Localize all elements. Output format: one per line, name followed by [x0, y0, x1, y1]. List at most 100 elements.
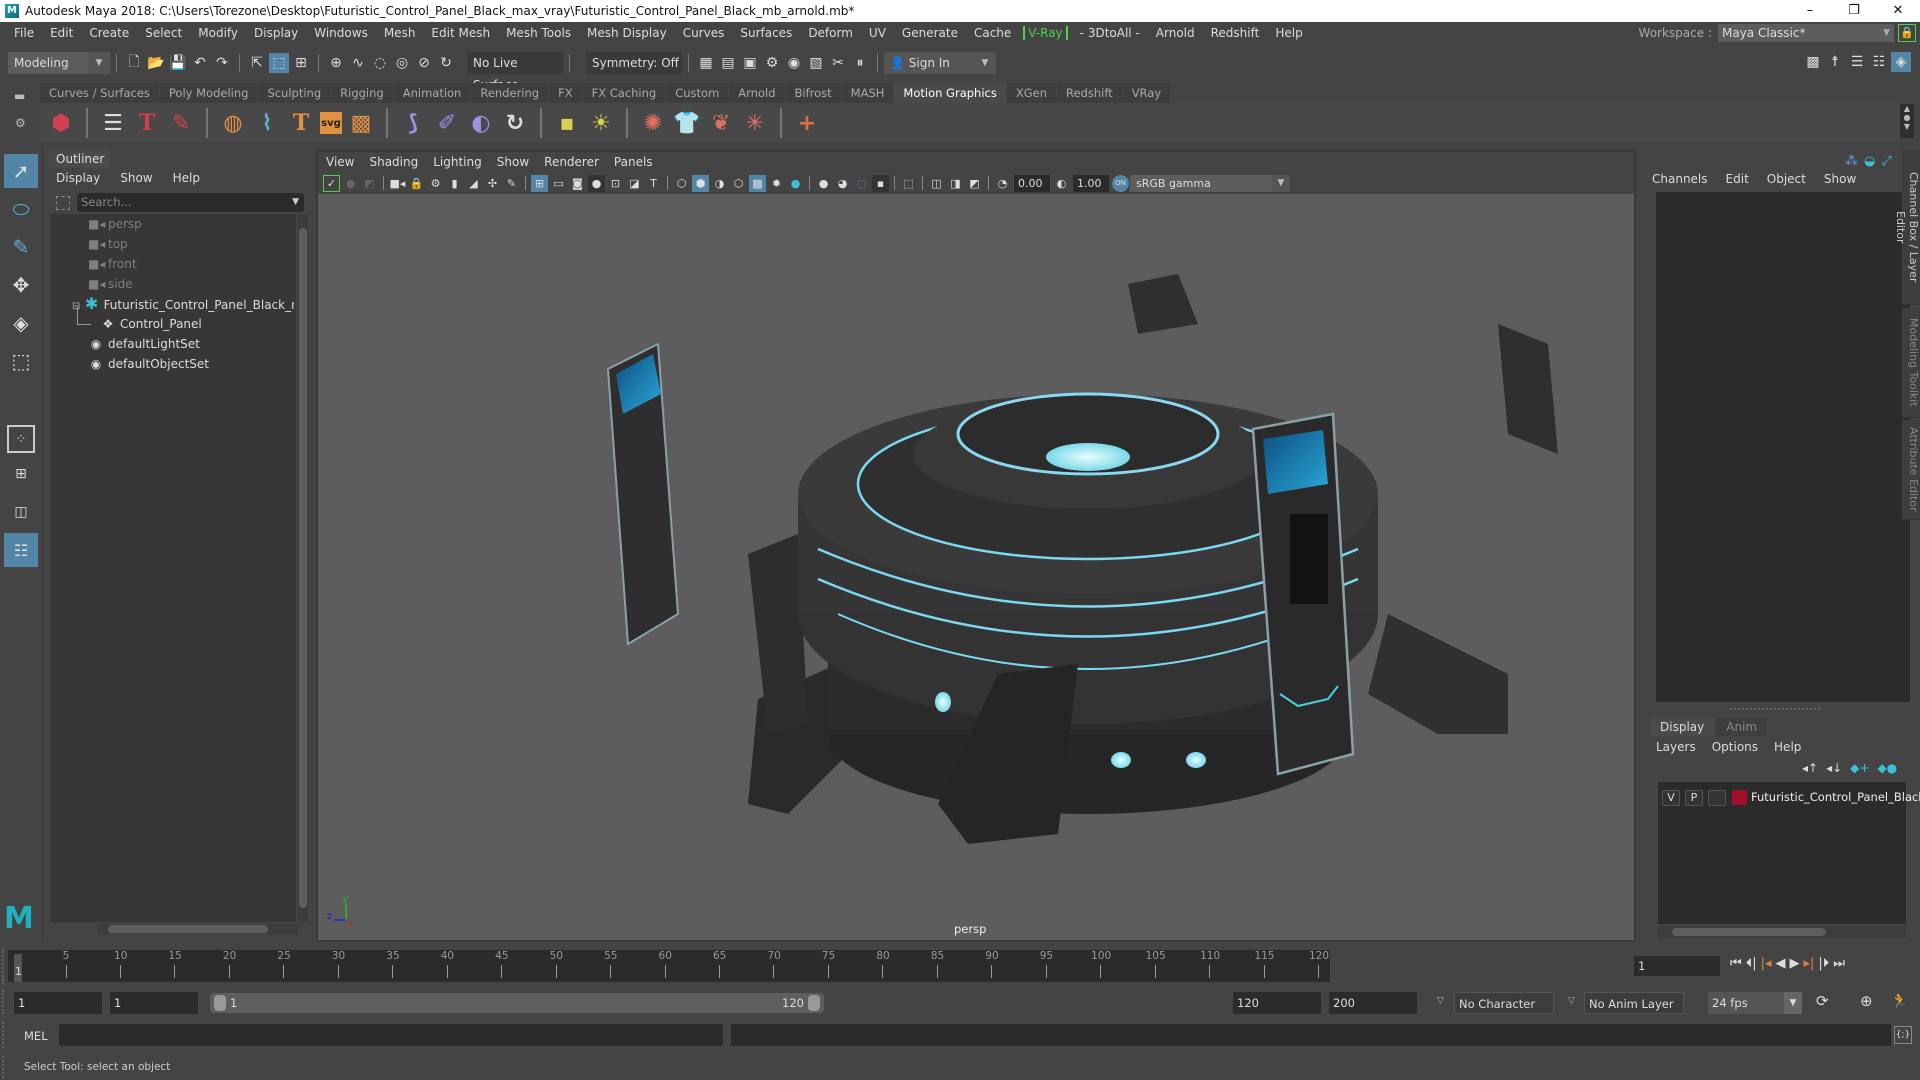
camera-attributes-icon[interactable]: ⚙: [427, 175, 444, 192]
shelf-tab-curves-surfaces[interactable]: Curves / Surfaces: [40, 83, 159, 103]
select-tool-icon[interactable]: ➚: [4, 154, 38, 188]
exposure-field[interactable]: 0.00: [1014, 174, 1050, 192]
single-view-layout-icon[interactable]: ⁘: [7, 425, 35, 453]
render-frame-icon[interactable]: ▦: [696, 53, 716, 73]
shelf-tab-xgen[interactable]: XGen: [1006, 83, 1056, 103]
shelf-tab-fx-caching[interactable]: FX Caching: [582, 83, 666, 103]
wireframe-on-shaded-icon[interactable]: ⬡: [730, 175, 747, 192]
animation-start-field[interactable]: 1: [14, 992, 102, 1014]
menu-cache[interactable]: Cache: [966, 26, 1019, 40]
safe-title-icon[interactable]: T: [645, 175, 662, 192]
layers-menu[interactable]: Layers: [1656, 740, 1696, 754]
svg-icon[interactable]: svg: [320, 112, 342, 134]
layer-tab-anim[interactable]: Anim: [1716, 718, 1768, 736]
close-button[interactable]: ✕: [1876, 0, 1920, 22]
snap-grid-icon[interactable]: ⊕: [326, 53, 346, 73]
pause-icon[interactable]: ⏸: [850, 53, 870, 73]
attribute-editor-icon[interactable]: ☰: [1847, 52, 1867, 72]
shirt-icon[interactable]: 👕: [672, 108, 702, 138]
channels-menu[interactable]: Channels: [1652, 172, 1708, 186]
outliner-vertical-scrollbar[interactable]: [298, 214, 308, 922]
camera-lock-icon[interactable]: 🔒: [408, 175, 425, 192]
motion-blur-icon[interactable]: ◕: [834, 175, 851, 192]
mash-network-icon[interactable]: ⬢: [46, 108, 76, 138]
rendering-tools-icon[interactable]: ✂: [828, 53, 848, 73]
xray-joints-icon[interactable]: ◨: [947, 175, 964, 192]
sun-icon[interactable]: ☀: [586, 108, 616, 138]
outliner-menu-display[interactable]: Display: [46, 170, 100, 186]
shelf-tab-arnold[interactable]: Arnold: [729, 83, 785, 103]
menu-edit[interactable]: Edit: [42, 26, 81, 40]
loop-icon[interactable]: ⟳: [1816, 992, 1829, 1010]
menu-vray[interactable]: V-Ray: [1023, 26, 1068, 40]
shelf-menu-icon[interactable]: ▬: [14, 89, 25, 103]
outliner-item-default-object-set[interactable]: ◉ defaultObjectSet: [88, 354, 209, 374]
shelf-scrollbar[interactable]: ▲ ● ▼: [1900, 104, 1914, 138]
menu-arnold[interactable]: Arnold: [1148, 26, 1203, 40]
region-icon[interactable]: ◩: [361, 175, 378, 192]
menu-help[interactable]: Help: [1267, 26, 1310, 40]
move-layer-up-icon[interactable]: ◂↑: [1802, 761, 1818, 775]
menu-3dtoall[interactable]: - 3DtoAll -: [1072, 26, 1148, 40]
field-chart-icon[interactable]: ⊡: [607, 175, 624, 192]
outliner-search-input[interactable]: Search...: [77, 193, 304, 212]
shelf-tab-sculpting[interactable]: Sculpting: [258, 83, 331, 103]
shadows-icon[interactable]: ●: [787, 175, 804, 192]
color-management-icon[interactable]: ON: [1112, 174, 1129, 192]
ipr-render-icon[interactable]: ▣: [740, 53, 760, 73]
outliner-item-group[interactable]: ⊟ ✱Futuristic_Control_Panel_Black_ncl1_1: [72, 294, 294, 314]
smooth-shade-icon[interactable]: ⬢: [692, 174, 709, 192]
snap-point-icon[interactable]: ◌: [370, 53, 390, 73]
modeling-toolkit-icon[interactable]: ▩: [1803, 52, 1823, 72]
mel-label[interactable]: MEL: [24, 1029, 48, 1043]
render-view-icon[interactable]: ▧: [806, 53, 826, 73]
expand-icon[interactable]: ⤢: [1881, 154, 1891, 169]
shelf-tab-mash[interactable]: MASH: [841, 83, 894, 103]
scroll-thumb[interactable]: [1672, 928, 1826, 936]
menu-surfaces[interactable]: Surfaces: [732, 26, 800, 40]
shelf-tab-poly-modeling[interactable]: Poly Modeling: [159, 83, 258, 103]
gamma-field[interactable]: 1.00: [1073, 174, 1109, 192]
select-object-icon[interactable]: ⬚: [269, 53, 289, 73]
shelf-tab-custom[interactable]: Custom: [666, 83, 729, 103]
layer-visibility-toggle[interactable]: V: [1662, 790, 1680, 806]
two-view-layout-icon[interactable]: ◫: [4, 495, 38, 529]
snap-view-plane-icon[interactable]: ◎: [392, 53, 412, 73]
new-scene-icon[interactable]: 🗋: [124, 53, 144, 73]
new-layer-icon[interactable]: ◆+: [1850, 761, 1869, 775]
character-controls-icon[interactable]: ☨: [1825, 52, 1845, 72]
scroll-thumb[interactable]: [108, 925, 268, 933]
fps-dropdown[interactable]: 24 fps ▼: [1708, 992, 1802, 1014]
hair-icon[interactable]: ⟆: [398, 108, 428, 138]
grip-handle[interactable]: [2, 1056, 5, 1078]
hypershade-icon[interactable]: ◉: [784, 53, 804, 73]
shelf-tab-bifrost[interactable]: Bifrost: [785, 83, 841, 103]
camera-icon[interactable]: ■◂: [389, 175, 406, 192]
open-scene-icon[interactable]: 📂: [146, 53, 166, 73]
outliner-item-side[interactable]: ■◂ side: [88, 274, 133, 294]
save-scene-icon[interactable]: 💾: [168, 53, 188, 73]
resolution-gate-icon[interactable]: ◙: [569, 175, 586, 192]
mel-input[interactable]: [59, 1024, 723, 1046]
depth-of-field-icon[interactable]: ▪: [872, 174, 889, 192]
channels-show-menu[interactable]: Show: [1824, 172, 1856, 186]
outliner-item-default-light-set[interactable]: ◉ defaultLightSet: [88, 334, 200, 354]
channel-box-icon[interactable]: ◈: [1891, 52, 1911, 72]
chevron-down-icon[interactable]: ▽: [1568, 996, 1575, 1006]
range-start-handle[interactable]: [214, 995, 226, 1011]
script-editor-icon[interactable]: {;}: [1894, 1026, 1912, 1044]
menu-create[interactable]: Create: [81, 26, 137, 40]
character-set-dropdown[interactable]: No Character Set: [1454, 992, 1554, 1033]
cycle-icon[interactable]: ◒: [1864, 154, 1875, 169]
side-tab-channel-box[interactable]: Channel Box / Layer Editor: [1894, 150, 1920, 305]
undo-icon[interactable]: ↶: [190, 53, 210, 73]
render-sequence-icon[interactable]: ▤: [718, 53, 738, 73]
lock-icon[interactable]: 🔒: [1898, 24, 1916, 42]
auto-key-icon[interactable]: ⊕: [1860, 992, 1873, 1010]
exposure-icon[interactable]: ◔: [994, 175, 1011, 192]
menu-mesh-tools[interactable]: Mesh Tools: [498, 26, 579, 40]
side-tab-attribute-editor[interactable]: Attribute Editor: [1902, 420, 1920, 520]
image-plane-icon[interactable]: ◢: [465, 175, 482, 192]
step-back-key-icon[interactable]: ⏴|: [1746, 956, 1757, 971]
outliner-layout-icon[interactable]: ☷: [4, 533, 38, 567]
